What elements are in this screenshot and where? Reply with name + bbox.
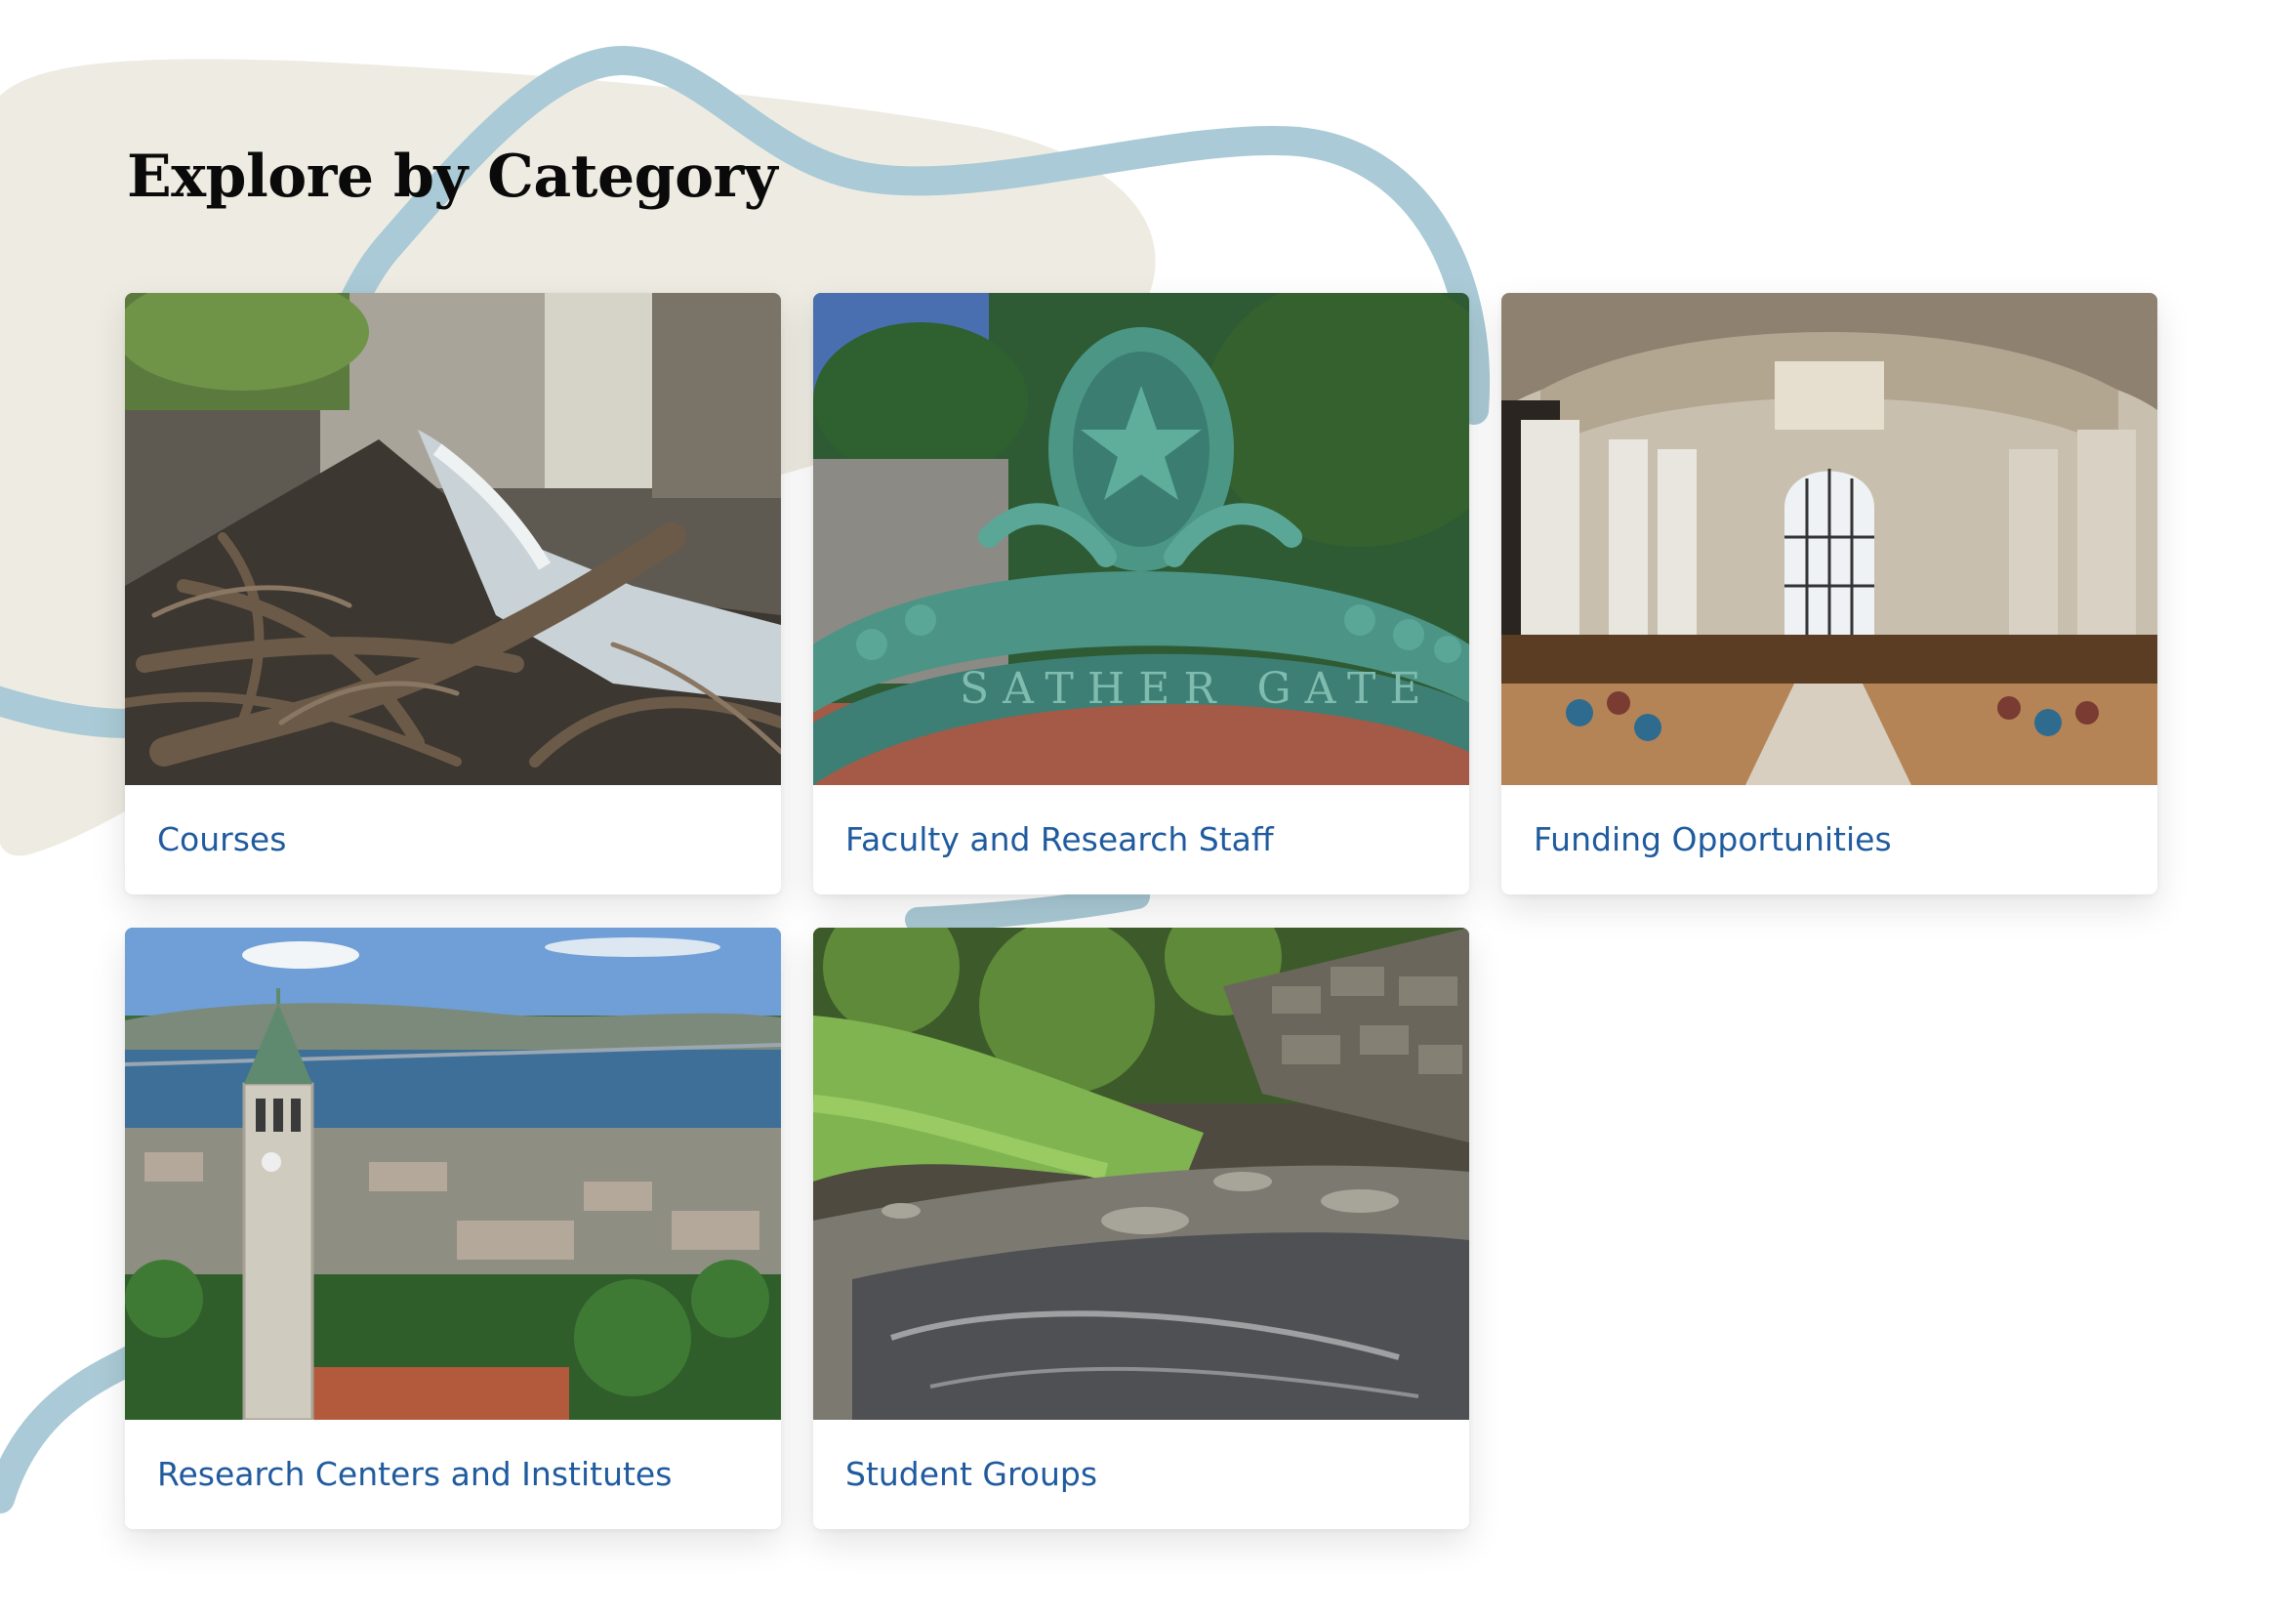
category-card-courses[interactable]: Courses bbox=[125, 293, 781, 894]
category-link-label[interactable]: Research Centers and Institutes bbox=[157, 1455, 672, 1493]
category-card-research-centers-and-institutes[interactable]: Research Centers and Institutes bbox=[125, 928, 781, 1529]
category-link-label[interactable]: Courses bbox=[157, 820, 286, 858]
explore-by-category-section: Explore by Category Courses SATHER GATE … bbox=[0, 0, 2296, 1619]
section-heading: Explore by Category bbox=[127, 143, 778, 211]
funding-opportunities-image bbox=[1501, 293, 2157, 785]
category-link-label[interactable]: Student Groups bbox=[845, 1455, 1097, 1493]
research-centers-and-institutes-image bbox=[125, 928, 781, 1420]
faculty-and-research-staff-image: SATHER GATE bbox=[813, 293, 1469, 785]
category-link-label[interactable]: Faculty and Research Staff bbox=[845, 820, 1274, 858]
category-card-faculty-and-research-staff[interactable]: SATHER GATE Faculty and Research Staff bbox=[813, 293, 1469, 894]
category-card-student-groups[interactable]: Student Groups bbox=[813, 928, 1469, 1529]
courses-image bbox=[125, 293, 781, 785]
svg-text:SATHER GATE: SATHER GATE bbox=[960, 664, 1434, 714]
category-card-funding-opportunities[interactable]: Funding Opportunities bbox=[1501, 293, 2157, 894]
category-link-label[interactable]: Funding Opportunities bbox=[1534, 820, 1892, 858]
student-groups-image bbox=[813, 928, 1469, 1420]
